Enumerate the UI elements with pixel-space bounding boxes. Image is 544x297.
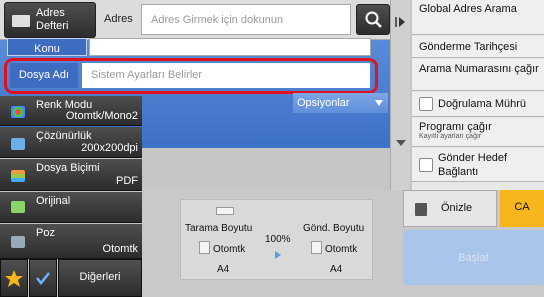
others-button[interactable]: Diğerleri: [58, 259, 142, 297]
program-call-sublabel: Kayıtlı ayarları çağır: [419, 133, 482, 140]
scan-mode-value: Otomtk: [213, 244, 246, 255]
scan-size-label: Tarama Boyutu: [185, 223, 253, 234]
exposure-button[interactable]: Poz Otomtk: [0, 224, 142, 259]
original-label: Orijinal: [36, 195, 71, 207]
address-input[interactable]: Adres Girmek için dokunun: [141, 4, 351, 35]
send-history[interactable]: Gönderme Tarihçesi: [412, 36, 544, 58]
address-book-label: Adres Defteri: [36, 7, 69, 32]
exposure-value: Otomtk: [102, 243, 138, 255]
ratio-value: 100%: [265, 234, 291, 245]
arrow-right-icon: [275, 251, 281, 259]
file-format-label: Dosya Biçimi: [36, 162, 100, 174]
address-label: Adres: [104, 13, 133, 25]
address-book-button[interactable]: Adres Defteri: [4, 2, 96, 38]
resolution-label: Çözünürlük: [36, 130, 92, 142]
resolution-value: 200x200dpi: [81, 142, 138, 154]
highlight-frame: [4, 58, 378, 94]
send-link-checkbox[interactable]: [419, 158, 433, 172]
scan-paper-value: A4: [217, 264, 230, 275]
favorite-button[interactable]: [0, 259, 28, 297]
file-format-icon: [11, 170, 25, 182]
color-mode-value: Otomtk/Mono2: [65, 110, 138, 122]
program-call-label: Programı çağır: [419, 121, 492, 133]
global-address-search[interactable]: Global Adres Arama: [412, 0, 544, 35]
subject-input[interactable]: [89, 38, 371, 56]
scroll-down-icon: [396, 140, 406, 146]
exposure-label: Poz: [36, 227, 55, 239]
send-link-label: Gönder Hedef Bağlantı: [438, 152, 508, 178]
scan-size-panel[interactable]: Tarama Boyutu Gönd. Boyutu 100% Otomtk O…: [180, 199, 373, 280]
color-mode-button[interactable]: Renk Modu Otomtk/Mono2: [0, 96, 142, 126]
ca-button[interactable]: CA: [500, 190, 544, 227]
send-link-item[interactable]: Gönder Hedef Bağlantı: [412, 148, 544, 182]
original-icon: [11, 201, 25, 213]
verify-stamp-label: Doğrulama Mührü: [438, 98, 527, 110]
chevron-down-icon: [375, 100, 383, 106]
scanner-icon: [216, 207, 234, 215]
file-format-button[interactable]: Dosya Biçimi PDF: [0, 159, 142, 191]
original-button[interactable]: Orijinal: [0, 192, 142, 223]
file-format-value: PDF: [116, 175, 138, 187]
resolution-icon: [11, 138, 25, 150]
preview-icon: [415, 203, 427, 216]
collapse-arrow-icon: [395, 17, 405, 27]
start-button[interactable]: Başlat: [403, 230, 544, 285]
verify-stamp-item[interactable]: Doğrulama Mührü: [412, 92, 544, 117]
call-search-number[interactable]: Arama Numarasını çağır: [412, 59, 544, 91]
send-paper-icon: [311, 241, 322, 254]
bottom-toolbar: Diğerleri: [0, 259, 142, 297]
preview-label: Önizle: [441, 202, 473, 214]
send-paper-value: A4: [330, 264, 343, 275]
star-icon: [5, 270, 23, 287]
options-label: Opsiyonlar: [297, 97, 350, 109]
scan-paper-icon: [199, 241, 210, 254]
subject-button[interactable]: Konu: [7, 38, 87, 56]
program-call[interactable]: Programı çağır Kayıtlı ayarları çağır: [412, 118, 544, 147]
color-mode-icon: [11, 106, 25, 118]
options-button[interactable]: Opsiyonlar: [293, 93, 388, 113]
address-book-icon: [12, 15, 30, 27]
verify-stamp-checkbox[interactable]: [419, 97, 433, 111]
checkmark-icon: [36, 272, 50, 286]
search-icon: [365, 11, 382, 28]
resolution-button[interactable]: Çözünürlük 200x200dpi: [0, 127, 142, 158]
send-mode-value: Otomtk: [325, 244, 358, 255]
check-button[interactable]: [29, 259, 57, 297]
preview-button[interactable]: Önizle: [403, 190, 497, 227]
exposure-icon: [11, 236, 25, 248]
search-button[interactable]: [356, 4, 390, 35]
send-size-label: Gönd. Boyutu: [303, 223, 365, 234]
